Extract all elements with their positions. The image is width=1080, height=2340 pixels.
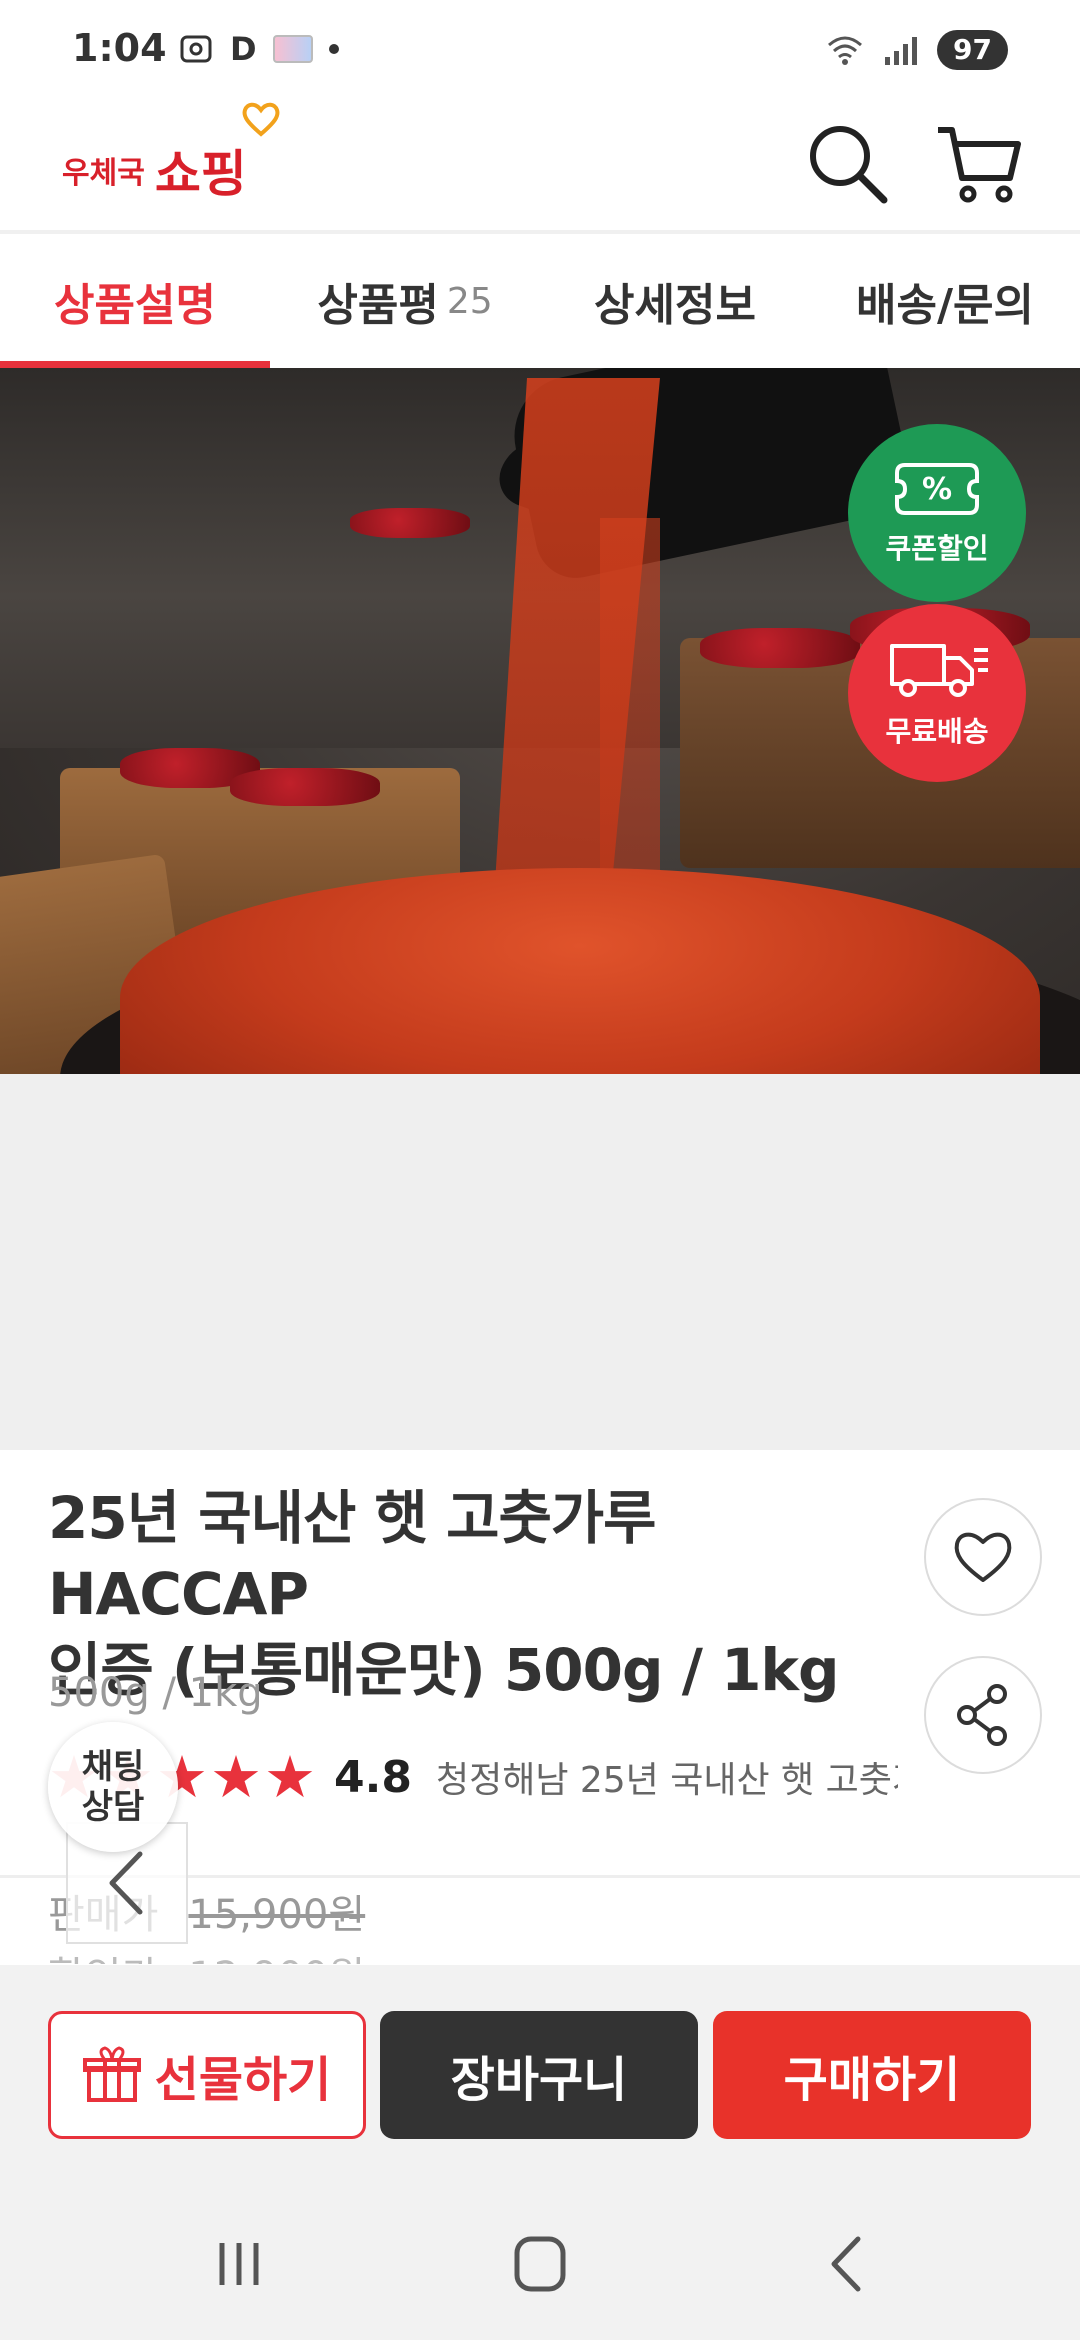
image-placeholder-area	[0, 1074, 1080, 1450]
gift-button[interactable]: 선물하기	[48, 2011, 366, 2139]
tab-label: 배송/문의	[856, 280, 1034, 331]
chat-label-line1: 채팅	[81, 1747, 145, 1787]
more-notifications-icon	[328, 44, 339, 54]
star-icon: ★	[210, 1743, 262, 1811]
tab-shipping-inquiry[interactable]: 배송/문의	[810, 234, 1080, 368]
search-icon[interactable]	[802, 118, 892, 208]
bottom-action-bar: 선물하기 장바구니 구매하기	[0, 1965, 1080, 2185]
heart-logo-icon	[242, 102, 280, 137]
add-to-cart-button[interactable]: 장바구니	[380, 2011, 698, 2139]
review-count: 25	[446, 280, 493, 322]
review-snippet: 청정해남 25년 국내산 햇 고춧가루	[435, 1760, 898, 1801]
signal-icon	[885, 37, 918, 65]
wishlist-button[interactable]	[924, 1498, 1042, 1616]
discount-price-label: 할인가	[48, 1944, 158, 1964]
logo-big-text: 쇼핑	[154, 145, 247, 203]
coupon-percent-icon: %	[895, 463, 979, 515]
tab-details[interactable]: 상세정보	[540, 234, 810, 368]
status-system-icons: 97	[825, 30, 1008, 70]
recent-apps-icon[interactable]	[194, 2229, 284, 2299]
tab-description[interactable]: 상품설명	[0, 234, 270, 368]
tab-reviews[interactable]: 상품평 25	[270, 234, 540, 368]
post-office-shopping-logo[interactable]: 우체국 쇼핑	[62, 102, 280, 206]
shipping-badge-label: 무료배송	[885, 715, 989, 748]
dried-chili	[230, 768, 380, 806]
tab-label: 상품평	[317, 280, 439, 331]
free-shipping-badge[interactable]: 무료배송	[848, 604, 1026, 782]
svg-text:%: %	[922, 472, 952, 507]
wifi-icon	[828, 36, 863, 65]
system-navigation-bar	[0, 2185, 1080, 2340]
d-app-icon: D	[230, 30, 257, 68]
chat-consultation-button[interactable]: 채팅 상담	[48, 1722, 178, 1852]
discount-price: 12,900원	[188, 1944, 365, 1964]
discount-price-row: 할인가 12,900원	[48, 1944, 365, 1964]
coupon-badge-label: 쿠폰할인	[885, 532, 989, 565]
cart-icon[interactable]	[934, 118, 1024, 208]
heart-icon	[954, 1532, 1012, 1582]
logo-small-text: 우체국	[62, 156, 145, 191]
status-bar: 1:04 D 97	[0, 0, 1080, 100]
dried-chili	[700, 628, 860, 668]
coupon-discount-badge[interactable]: % 쿠폰할인	[848, 424, 1026, 602]
screenshot-icon	[180, 35, 212, 63]
truck-icon	[890, 644, 988, 697]
buy-now-button[interactable]: 구매하기	[713, 2011, 1031, 2139]
back-icon[interactable]	[800, 2229, 890, 2299]
product-options: 500g / 1kg	[48, 1670, 263, 1716]
app-header: 우체국 쇼핑	[0, 100, 1080, 230]
share-icon	[957, 1684, 1007, 1746]
gift-label: 선물하기	[154, 2052, 332, 2108]
home-icon[interactable]	[495, 2229, 585, 2299]
chat-label-line2: 상담	[81, 1787, 145, 1827]
app-thumbnail-icon	[272, 35, 313, 63]
product-tabs: 상품설명 상품평 25 상세정보 배송/문의	[0, 230, 1080, 368]
tab-label: 상품설명	[54, 280, 216, 331]
product-hero-image[interactable]: % 쿠폰할인 무료배송	[0, 368, 1080, 1074]
cart-label: 장바구니	[450, 2052, 628, 2108]
gift-icon	[82, 2046, 141, 2102]
buy-label: 구매하기	[783, 2052, 961, 2108]
star-icon: ★	[264, 1743, 316, 1811]
dried-chili	[350, 508, 470, 538]
original-price: 15,900원	[188, 1892, 366, 1938]
chevron-left-icon	[109, 1851, 143, 1915]
battery-badge: 97	[937, 30, 1008, 70]
status-time: 1:04	[72, 26, 167, 70]
rating-value: 4.8	[334, 1751, 412, 1803]
share-button[interactable]	[924, 1656, 1042, 1774]
tab-label: 상세정보	[594, 280, 756, 331]
status-notification-icons: D	[178, 30, 339, 68]
product-title-line1: 25년 국내산 햇 고춧가루 HACCAP	[48, 1484, 657, 1628]
